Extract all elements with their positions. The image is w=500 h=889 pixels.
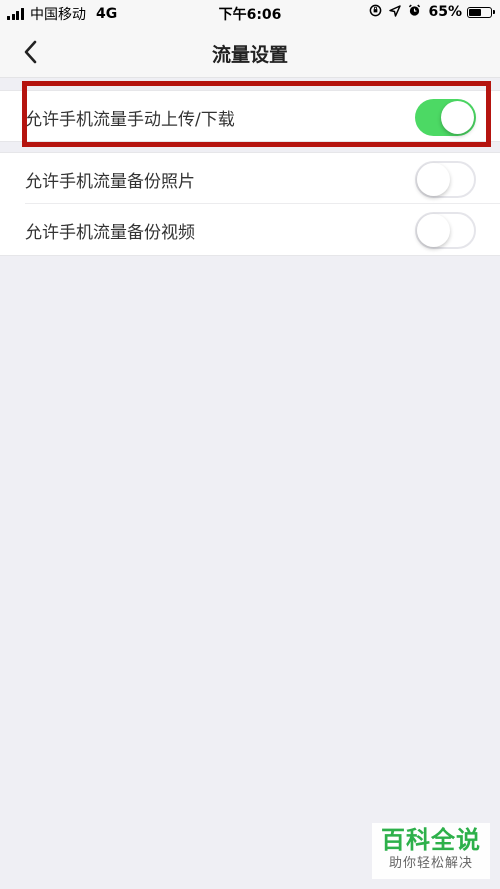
toggle-knob bbox=[441, 101, 474, 134]
setting-row-manual-upload-download: 允许手机流量手动上传/下载 bbox=[0, 91, 500, 142]
status-bar: 中国移动 4G 下午6:06 65% bbox=[0, 0, 500, 26]
setting-label: 允许手机流量手动上传/下载 bbox=[25, 110, 235, 130]
toggle-knob bbox=[417, 214, 450, 247]
orientation-lock-icon bbox=[369, 4, 382, 20]
watermark-title: 百科全说 bbox=[381, 826, 481, 854]
backup-videos-toggle[interactable] bbox=[415, 212, 476, 249]
setting-label: 允许手机流量备份视频 bbox=[25, 223, 195, 243]
setting-label: 允许手机流量备份照片 bbox=[25, 172, 195, 192]
status-right: 65% bbox=[369, 4, 495, 20]
manual-upload-download-toggle[interactable] bbox=[415, 99, 476, 136]
battery-fill bbox=[469, 8, 482, 16]
location-icon bbox=[389, 4, 402, 20]
settings-group-upload: 允许手机流量手动上传/下载 bbox=[0, 90, 500, 142]
battery-percent: 65% bbox=[428, 4, 462, 20]
setting-row-backup-videos: 允许手机流量备份视频 bbox=[0, 204, 500, 255]
watermark-subtitle: 助你轻松解决 bbox=[388, 856, 473, 871]
navigation-bar: 流量设置 bbox=[0, 26, 500, 78]
settings-group-backup: 允许手机流量备份照片 允许手机流量备份视频 bbox=[0, 152, 500, 256]
setting-row-backup-photos: 允许手机流量备份照片 bbox=[0, 153, 500, 204]
watermark-logo: 百科全说 助你轻松解决 bbox=[372, 823, 490, 879]
toggle-knob bbox=[417, 163, 450, 196]
backup-photos-toggle[interactable] bbox=[415, 161, 476, 198]
battery-icon bbox=[467, 6, 495, 18]
page-title: 流量设置 bbox=[211, 44, 288, 66]
alarm-icon bbox=[408, 4, 421, 20]
